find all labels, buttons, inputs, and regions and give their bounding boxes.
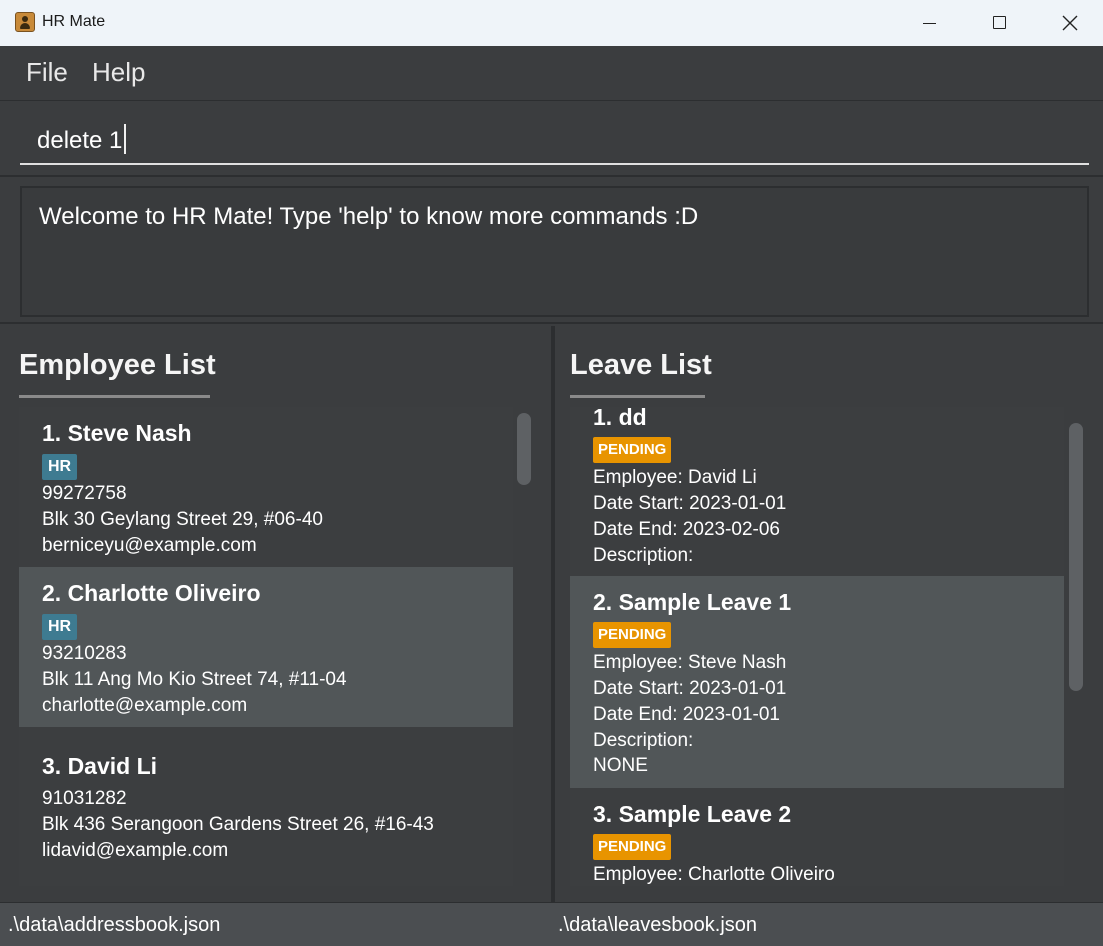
text-caret <box>124 124 127 154</box>
tag-badge: HR <box>42 454 78 480</box>
minimize-icon[interactable] <box>895 0 965 46</box>
close-icon[interactable] <box>1035 0 1103 46</box>
command-text: delete 1 <box>37 127 123 154</box>
leave-date-start: Date Start: 2023-01-01 <box>593 678 787 699</box>
leave-employee: Employee: Charlotte Oliveiro <box>593 864 835 885</box>
address-file-path: .\data\addressbook.json <box>8 914 221 936</box>
leave-card[interactable]: 3. Sample Leave 2 PENDING Employee: Char… <box>570 788 1064 886</box>
maximize-icon[interactable] <box>965 0 1035 46</box>
title-underline <box>570 395 705 398</box>
employee-phone: 99272758 <box>42 483 127 504</box>
leave-description: NONE <box>593 755 648 776</box>
leave-file-path: .\data\leavesbook.json <box>558 914 758 936</box>
employee-phone: 91031282 <box>42 788 127 809</box>
leave-date-end: Date End: 2023-01-01 <box>593 704 780 725</box>
menu-file[interactable]: File <box>26 57 68 88</box>
leave-employee: Employee: Steve Nash <box>593 652 787 673</box>
leave-date-start: Date Start: 2023-01-01 <box>593 493 787 514</box>
status-badge: PENDING <box>593 437 672 463</box>
employee-email: berniceyu@example.com <box>42 535 257 556</box>
employee-panel: Employee List 1. Steve Nash HR 99272758 … <box>0 326 555 902</box>
title-underline <box>19 395 210 398</box>
leave-name: 3. Sample Leave 2 <box>593 801 792 827</box>
employee-email: charlotte@example.com <box>42 695 248 716</box>
leave-name: 2. Sample Leave 1 <box>593 589 792 615</box>
result-message: Welcome to HR Mate! Type 'help' to know … <box>39 203 699 230</box>
status-badge: PENDING <box>593 834 672 860</box>
leave-list-title: Leave List <box>570 349 712 381</box>
leave-card[interactable]: 1. dd PENDING Employee: David Li Date St… <box>570 407 1064 576</box>
leave-name: 1. dd <box>593 407 647 430</box>
employee-address: Blk 30 Geylang Street 29, #06-40 <box>42 509 323 530</box>
person-icon <box>15 12 35 32</box>
status-badge: PENDING <box>593 622 672 648</box>
employee-phone: 93210283 <box>42 643 127 664</box>
leave-description-label: Description: <box>593 730 694 751</box>
employee-address: Blk 436 Serangoon Gardens Street 26, #16… <box>42 814 434 835</box>
leave-list[interactable]: 1. dd PENDING Employee: David Li Date St… <box>570 407 1064 886</box>
leave-card[interactable]: 2. Sample Leave 1 PENDING Employee: Stev… <box>570 576 1064 788</box>
leave-list-scrollbar[interactable] <box>1069 423 1083 691</box>
result-display[interactable]: Welcome to HR Mate! Type 'help' to know … <box>20 186 1089 317</box>
leave-date-end: Date End: 2023-02-06 <box>593 519 780 540</box>
employee-card[interactable]: 3. David Li 91031282 Blk 436 Serangoon G… <box>19 727 513 886</box>
menu-help[interactable]: Help <box>92 57 145 88</box>
result-display-area: Welcome to HR Mate! Type 'help' to know … <box>0 178 1103 324</box>
command-box: delete 1 <box>0 101 1103 177</box>
employee-card[interactable]: 2. Charlotte Oliveiro HR 93210283 Blk 11… <box>19 567 513 727</box>
window-title: HR Mate <box>42 13 106 30</box>
leave-employee: Employee: David Li <box>593 467 757 488</box>
employee-list[interactable]: 1. Steve Nash HR 99272758 Blk 30 Geylang… <box>19 407 513 886</box>
employee-name: 2. Charlotte Oliveiro <box>42 580 261 606</box>
status-bar: .\data\addressbook.json .\data\leavesboo… <box>0 902 1103 946</box>
employee-list-scrollbar[interactable] <box>517 413 531 485</box>
menu-bar: File Help <box>0 46 1103 101</box>
employee-list-title: Employee List <box>19 349 216 381</box>
title-bar: HR Mate <box>0 0 1103 46</box>
employee-address: Blk 11 Ang Mo Kio Street 74, #11-04 <box>42 669 347 690</box>
command-input[interactable]: delete 1 <box>20 113 1089 165</box>
employee-name: 3. David Li <box>42 753 158 779</box>
employee-card[interactable]: 1. Steve Nash HR 99272758 Blk 30 Geylang… <box>19 407 513 567</box>
leave-panel: Leave List 1. dd PENDING Employee: David… <box>555 326 1103 902</box>
employee-name: 1. Steve Nash <box>42 420 192 446</box>
leave-description-label: Description: <box>593 545 694 566</box>
tag-badge: HR <box>42 614 78 640</box>
employee-email: lidavid@example.com <box>42 840 229 861</box>
